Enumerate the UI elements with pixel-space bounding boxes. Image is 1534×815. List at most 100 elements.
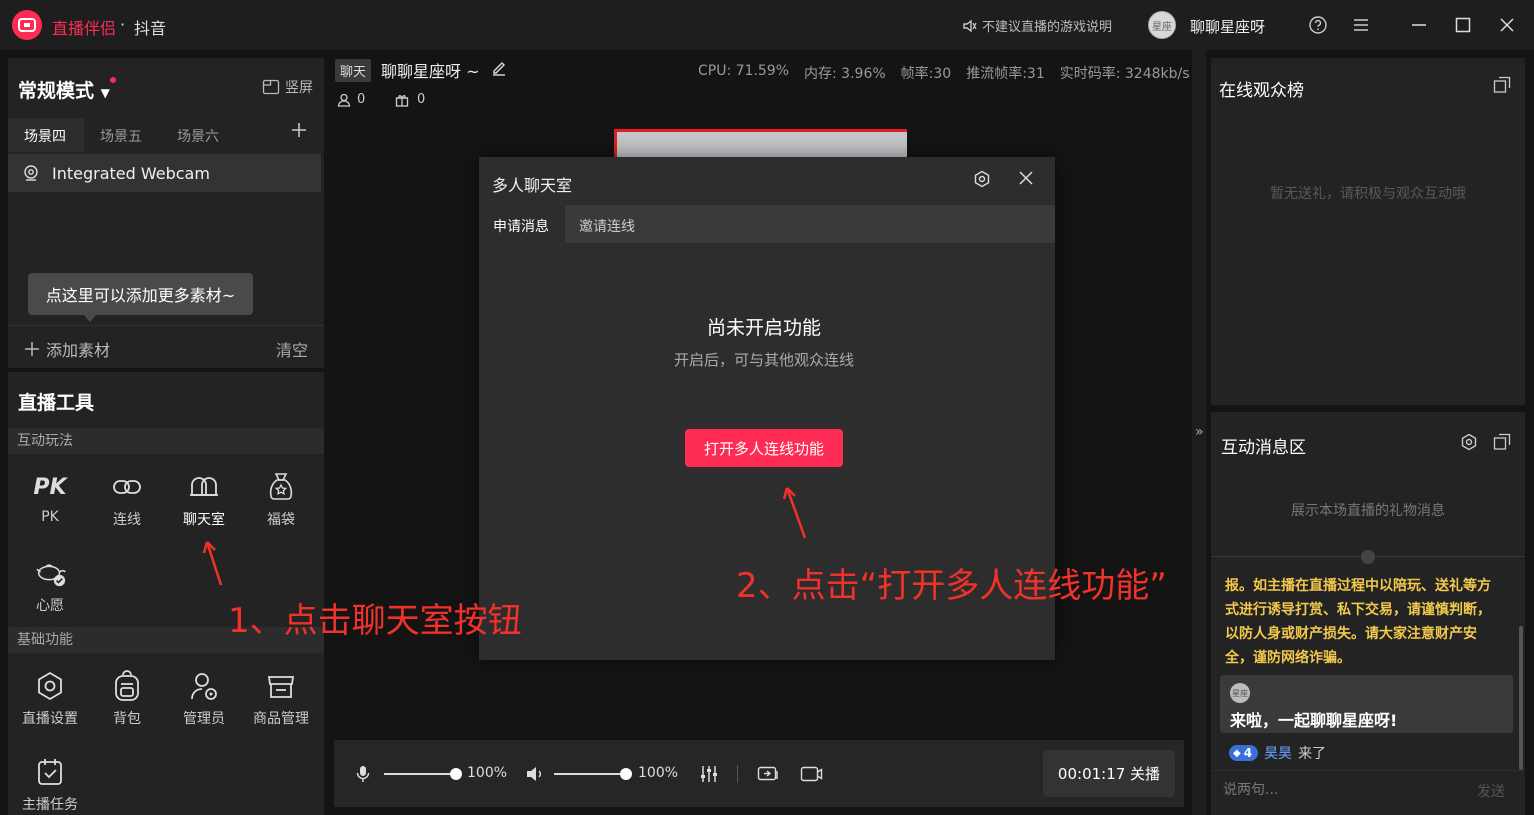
menu-button[interactable] <box>1350 14 1372 36</box>
add-source-label: 添加素材 <box>46 341 111 360</box>
edit-title-button[interactable] <box>491 60 507 76</box>
join-username[interactable]: 昊昊 <box>1264 743 1292 763</box>
dialog-close-button[interactable] <box>1017 169 1035 187</box>
user-avatar[interactable]: 星座 <box>1148 11 1176 39</box>
tool-wish[interactable]: 心愿 <box>14 556 86 615</box>
lucky-bag-icon <box>264 470 298 504</box>
welcome-message: 来啦，一起聊聊星座呀! <box>1230 711 1398 730</box>
stream-title[interactable]: 聊聊星座呀 ~ <box>381 58 480 82</box>
mic-volume-value: 100% <box>467 765 508 781</box>
message-panel-title: 互动消息区 <box>1221 438 1306 458</box>
chat-input[interactable] <box>1223 780 1463 800</box>
add-source-button[interactable]: 添加素材 <box>24 337 110 361</box>
portrait-toggle[interactable]: 竖屏 <box>262 77 313 97</box>
speaker-volume-slider[interactable] <box>554 767 632 781</box>
tool-host-tasks[interactable]: 主播任务 <box>14 755 86 814</box>
tools-title: 直播工具 <box>18 392 95 414</box>
plus-icon <box>292 123 306 137</box>
end-live-button[interactable]: 00:01:17 关播 <box>1043 750 1175 797</box>
rank-popout-button[interactable] <box>1493 76 1511 94</box>
scene-tab-6[interactable]: 场景六 <box>177 126 219 146</box>
performance-stats: CPU: 71.59% 内存: 3.96% 帧率:30 推流帧率:31 实时码率… <box>698 63 1190 83</box>
tab-invite[interactable]: 邀请连线 <box>579 216 635 236</box>
send-button[interactable]: 发送 <box>1477 781 1505 801</box>
mode-selector[interactable]: 常规模式 ▼ <box>18 76 110 103</box>
dialog-settings-button[interactable] <box>973 170 991 188</box>
scene-tab-5[interactable]: 场景五 <box>100 126 142 146</box>
dialog-tab-bar <box>479 205 1055 243</box>
gift-icon <box>395 94 409 107</box>
tab-requests[interactable]: 申请消息 <box>493 216 549 236</box>
stream-type-badge[interactable]: 聊天 <box>335 59 372 82</box>
tip-arrow <box>84 315 96 322</box>
message-scrollbar[interactable] <box>1519 626 1523 770</box>
game-notice-link[interactable]: 不建议直播的游戏说明 <box>962 16 1112 35</box>
tool-label: 福袋 <box>267 512 295 528</box>
camera-preview[interactable] <box>614 129 907 159</box>
memory-stat: 内存: 3.96% <box>804 66 886 82</box>
tool-label: 商品管理 <box>253 711 309 727</box>
mic-button[interactable] <box>356 765 370 783</box>
screen-cast-button[interactable] <box>757 765 779 783</box>
app-name-separator: · <box>120 15 126 34</box>
tool-live-settings[interactable]: 直播设置 <box>14 669 86 728</box>
message-popout-button[interactable] <box>1493 433 1511 451</box>
tool-link[interactable]: 连线 <box>91 470 163 529</box>
message-settings-button[interactable] <box>1460 433 1478 451</box>
tool-pk[interactable]: PK PK <box>14 470 86 526</box>
maximize-button[interactable] <box>1452 14 1474 36</box>
tool-chatroom[interactable]: 聊天室 <box>168 470 240 529</box>
enable-multi-link-button[interactable]: 打开多人连线功能 <box>685 429 843 467</box>
speaker-button[interactable] <box>526 766 544 782</box>
popout-icon <box>1493 76 1511 93</box>
slider-knob[interactable] <box>620 768 632 780</box>
feature-disabled-description: 开启后，可与其他观众连线 <box>673 351 854 369</box>
portrait-label: 竖屏 <box>285 80 313 96</box>
caret-down-icon: ▼ <box>100 86 110 100</box>
join-message: ◆ 4 昊昊 来了 <box>1229 743 1326 763</box>
toolbar-divider <box>737 765 738 783</box>
tool-label: 管理员 <box>183 711 225 727</box>
pk-icon: PK <box>33 474 67 500</box>
gift-count-value: 0 <box>417 92 426 107</box>
collapse-panel-button[interactable]: » <box>1195 424 1204 440</box>
slider-track <box>384 773 456 775</box>
close-icon <box>1500 18 1514 32</box>
help-button[interactable] <box>1307 14 1329 36</box>
gift-count: 0 <box>395 92 425 107</box>
speaker-icon <box>527 767 541 781</box>
viewer-count: 0 <box>337 92 365 107</box>
help-icon <box>1309 16 1327 34</box>
portrait-icon <box>262 79 280 95</box>
tool-label: 背包 <box>113 711 141 727</box>
tool-products[interactable]: 商品管理 <box>245 669 317 728</box>
source-item-webcam[interactable]: Integrated Webcam <box>8 154 321 192</box>
tool-label: PK <box>41 509 59 525</box>
cpu-stat: CPU: 71.59% <box>698 63 790 79</box>
username[interactable]: 聊聊星座呀 <box>1190 16 1265 37</box>
mic-volume-slider[interactable] <box>384 767 462 781</box>
mixer-button[interactable] <box>700 765 718 783</box>
camera-button[interactable] <box>800 765 824 783</box>
scene-panel <box>8 58 324 368</box>
slider-knob[interactable] <box>450 768 462 780</box>
speaker-notice-icon <box>963 19 977 32</box>
annotation-step-2: 2、点击“打开多人连线功能” <box>736 566 1167 606</box>
video-camera-icon <box>800 766 823 782</box>
slider-track <box>554 773 626 775</box>
splitter-drag-handle[interactable] <box>1361 550 1375 564</box>
add-scene-button[interactable] <box>289 120 309 140</box>
webcam-icon <box>24 165 38 181</box>
popout-icon <box>1493 433 1511 450</box>
tool-lucky-bag[interactable]: 福袋 <box>245 470 317 529</box>
minimize-icon <box>1412 24 1426 26</box>
tool-backpack[interactable]: 背包 <box>91 669 163 728</box>
close-window-button[interactable] <box>1496 14 1518 36</box>
cast-icon <box>757 766 778 781</box>
minimize-button[interactable] <box>1408 14 1430 36</box>
viewer-count-value: 0 <box>357 92 366 107</box>
bitrate-stat: 实时码率: 3248kb/s <box>1059 66 1190 82</box>
scene-tab-4[interactable]: 场景四 <box>24 126 66 146</box>
tool-admins[interactable]: 管理员 <box>168 669 240 728</box>
clear-sources-button[interactable]: 清空 <box>276 337 308 361</box>
